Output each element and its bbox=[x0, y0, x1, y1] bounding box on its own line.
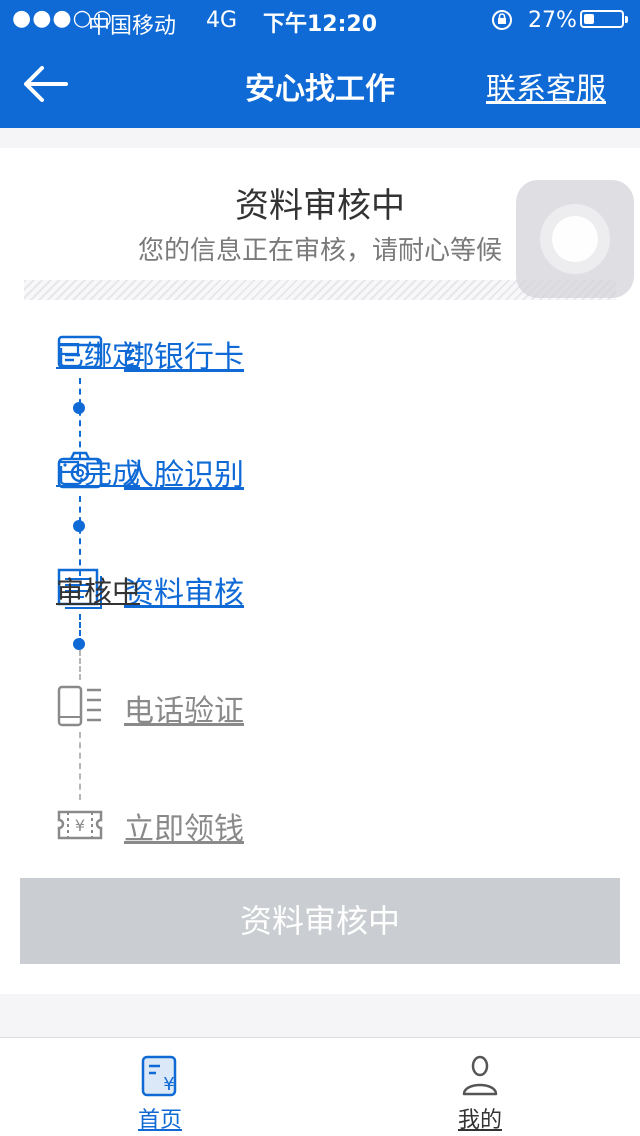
step-label: 电话验证 bbox=[124, 694, 244, 729]
user-icon bbox=[460, 1054, 500, 1098]
review-status-button[interactable]: 资料审核中 bbox=[20, 878, 620, 964]
step-connector bbox=[79, 650, 81, 680]
step-status: 审核中 bbox=[56, 575, 141, 608]
step-phone-verify[interactable]: 电话验证 bbox=[56, 682, 596, 730]
svg-text:¥: ¥ bbox=[163, 1074, 174, 1095]
phone-icon bbox=[56, 682, 104, 730]
rotation-lock-icon bbox=[490, 8, 514, 38]
step-dot bbox=[73, 402, 85, 414]
home-yuan-icon: ¥ bbox=[140, 1054, 180, 1098]
contact-service-link[interactable]: 联系客服 bbox=[486, 64, 606, 108]
battery-percent: 27% bbox=[528, 8, 577, 33]
top-bar: ●●●○○ 中国移动 4G 下午12:20 27% 安心找工作 联系客服 bbox=[0, 0, 640, 128]
step-claim-money[interactable]: ¥ 立即领钱 bbox=[56, 800, 596, 848]
bottom-tab-bar: ¥ 首页 我的 bbox=[0, 1037, 640, 1136]
tab-mine[interactable]: 我的 bbox=[420, 1052, 540, 1133]
money-ticket-icon: ¥ bbox=[56, 800, 104, 848]
tab-label: 首页 bbox=[137, 1108, 182, 1133]
step-status: 已完成 bbox=[56, 457, 141, 490]
step-connector bbox=[79, 732, 81, 800]
status-bar: ●●●○○ 中国移动 4G 下午12:20 27% bbox=[0, 0, 640, 40]
floating-assistive-button[interactable] bbox=[516, 180, 634, 298]
step-face-recognition[interactable]: 人脸识别 已完成 bbox=[56, 446, 596, 494]
svg-text:¥: ¥ bbox=[75, 816, 85, 835]
battery-icon bbox=[580, 10, 628, 28]
step-label: 立即领钱 bbox=[124, 812, 244, 847]
tab-home[interactable]: ¥ 首页 bbox=[100, 1052, 220, 1133]
tab-label: 我的 bbox=[457, 1108, 502, 1133]
step-document-review[interactable]: 资料审核 审核中 bbox=[56, 564, 596, 612]
step-status: 已绑定 bbox=[56, 339, 141, 372]
step-bind-bank-card[interactable]: 绑银行卡 已绑定 bbox=[56, 328, 596, 376]
step-dot bbox=[73, 638, 85, 650]
step-dot bbox=[73, 520, 85, 532]
